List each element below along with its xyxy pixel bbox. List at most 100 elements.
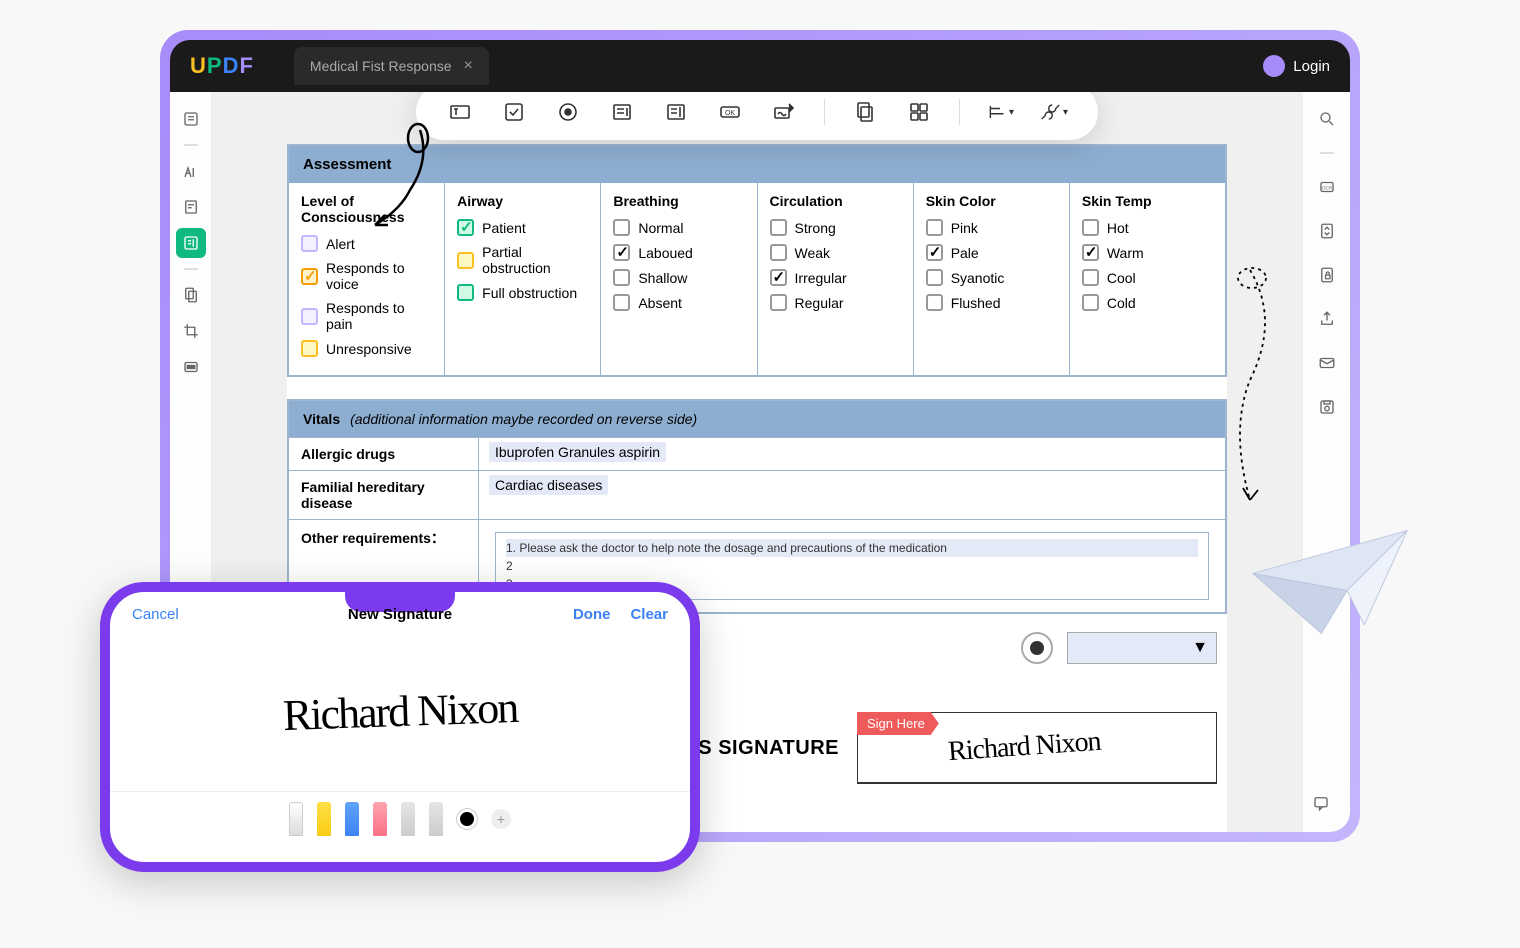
checkbox[interactable] — [1082, 244, 1099, 261]
signature-canvas[interactable]: Richard Nixon — [107, 621, 692, 801]
checkbox-row[interactable]: Flushed — [926, 294, 1057, 311]
checkbox-row[interactable]: Irregular — [770, 269, 901, 286]
checkbox-row[interactable]: Patient — [457, 219, 588, 236]
checkbox[interactable] — [301, 235, 318, 252]
pen-ruler[interactable] — [429, 802, 443, 836]
dropdown-icon[interactable] — [608, 98, 636, 126]
checkbox-row[interactable]: Pink — [926, 219, 1057, 236]
comment-icon[interactable] — [1306, 788, 1336, 818]
checkbox[interactable] — [926, 294, 943, 311]
convert-icon[interactable] — [1312, 216, 1342, 246]
color-picker[interactable] — [457, 809, 477, 829]
reader-icon[interactable] — [176, 104, 206, 134]
vitals-value[interactable]: Ibuprofen Granules aspirin — [489, 442, 666, 462]
search-icon[interactable] — [1312, 104, 1342, 134]
login-button[interactable]: Login — [1263, 55, 1330, 77]
checkbox[interactable] — [926, 219, 943, 236]
checkbox-label: Flushed — [951, 295, 1001, 311]
pen-blue[interactable] — [345, 802, 359, 836]
signature-field-icon[interactable] — [770, 98, 798, 126]
save-icon[interactable] — [1312, 392, 1342, 422]
form-icon[interactable] — [176, 228, 206, 258]
checkbox-row[interactable]: Cool — [1082, 269, 1213, 286]
button-field-icon[interactable]: OK — [716, 98, 744, 126]
signature-field[interactable]: Sign Here Richard Nixon — [857, 712, 1217, 784]
svg-text:OK: OK — [725, 110, 735, 117]
checkbox-row[interactable]: Cold — [1082, 294, 1213, 311]
checkbox[interactable] — [770, 219, 787, 236]
protect-icon[interactable] — [1312, 260, 1342, 290]
checkbox[interactable] — [613, 269, 630, 286]
close-icon[interactable]: × — [464, 57, 473, 75]
vitals-value[interactable]: Cardiac diseases — [489, 475, 608, 495]
checkbox[interactable] — [301, 268, 318, 285]
checkbox[interactable] — [613, 294, 630, 311]
checkbox[interactable] — [770, 244, 787, 261]
radio-control[interactable] — [1021, 632, 1053, 664]
ocr-icon[interactable]: OCR — [1312, 172, 1342, 202]
organize-icon[interactable] — [176, 280, 206, 310]
checkbox-row[interactable]: Normal — [613, 219, 744, 236]
checkbox[interactable] — [457, 219, 474, 236]
copy-icon[interactable] — [851, 98, 879, 126]
logo: UPDF — [190, 53, 254, 79]
done-button[interactable]: Done — [573, 606, 611, 623]
checkbox[interactable] — [1082, 294, 1099, 311]
add-tool-button[interactable]: + — [491, 809, 511, 829]
pen-white[interactable] — [289, 802, 303, 836]
checkbox-row[interactable]: Absent — [613, 294, 744, 311]
checkbox-row[interactable]: Partial obstruction — [457, 244, 588, 276]
checkbox-row[interactable]: Responds to voice — [301, 260, 432, 292]
checkbox-label: Normal — [638, 220, 683, 236]
grid-icon[interactable] — [905, 98, 933, 126]
checkbox-row[interactable]: Responds to pain — [301, 300, 432, 332]
tools-icon[interactable]: ▾ — [1040, 98, 1068, 126]
checkbox[interactable] — [613, 219, 630, 236]
checkbox-row[interactable]: Weak — [770, 244, 901, 261]
checkbox-row[interactable]: Full obstruction — [457, 284, 588, 301]
checkbox[interactable] — [613, 244, 630, 261]
document-tab[interactable]: Medical Fist Response × — [294, 47, 489, 85]
checkbox[interactable] — [457, 284, 474, 301]
listbox-icon[interactable] — [662, 98, 690, 126]
checkbox-row[interactable]: Pale — [926, 244, 1057, 261]
radio-icon[interactable] — [554, 98, 582, 126]
checkbox[interactable] — [1082, 219, 1099, 236]
dropdown-control[interactable]: ▼ — [1067, 632, 1217, 664]
checkbox[interactable] — [770, 294, 787, 311]
cancel-button[interactable]: Cancel — [132, 606, 179, 623]
checkbox-row[interactable]: Hot — [1082, 219, 1213, 236]
checkbox[interactable] — [770, 269, 787, 286]
column-title: Skin Temp — [1082, 193, 1213, 209]
email-icon[interactable] — [1312, 348, 1342, 378]
checkbox[interactable] — [301, 308, 318, 325]
checkbox-row[interactable]: Unresponsive — [301, 340, 432, 357]
edit-icon[interactable] — [176, 192, 206, 222]
redact-icon[interactable] — [176, 352, 206, 382]
phone-signature-modal: Cancel New Signature Done Clear Richard … — [100, 582, 700, 872]
annotate-icon[interactable] — [176, 156, 206, 186]
checkbox[interactable] — [1082, 269, 1099, 286]
checkbox[interactable] — [457, 252, 474, 269]
pen-yellow[interactable] — [317, 802, 331, 836]
checkbox-row[interactable]: Shallow — [613, 269, 744, 286]
annotation-arrow-right — [1210, 260, 1290, 520]
crop-icon[interactable] — [176, 316, 206, 346]
checkbox-row[interactable]: Warm — [1082, 244, 1213, 261]
pen-eraser[interactable] — [373, 802, 387, 836]
checkbox[interactable] — [301, 340, 318, 357]
checkbox[interactable] — [926, 269, 943, 286]
checkbox-icon[interactable] — [500, 98, 528, 126]
checkbox[interactable] — [926, 244, 943, 261]
text-field-icon[interactable] — [446, 98, 474, 126]
pen-pencil[interactable] — [401, 802, 415, 836]
checkbox-label: Absent — [638, 295, 682, 311]
checkbox-row[interactable]: Strong — [770, 219, 901, 236]
share-icon[interactable] — [1312, 304, 1342, 334]
clear-button[interactable]: Clear — [630, 606, 668, 623]
checkbox-label: Strong — [795, 220, 836, 236]
checkbox-row[interactable]: Syanotic — [926, 269, 1057, 286]
align-icon[interactable]: ▾ — [986, 98, 1014, 126]
checkbox-row[interactable]: Regular — [770, 294, 901, 311]
checkbox-row[interactable]: Laboued — [613, 244, 744, 261]
